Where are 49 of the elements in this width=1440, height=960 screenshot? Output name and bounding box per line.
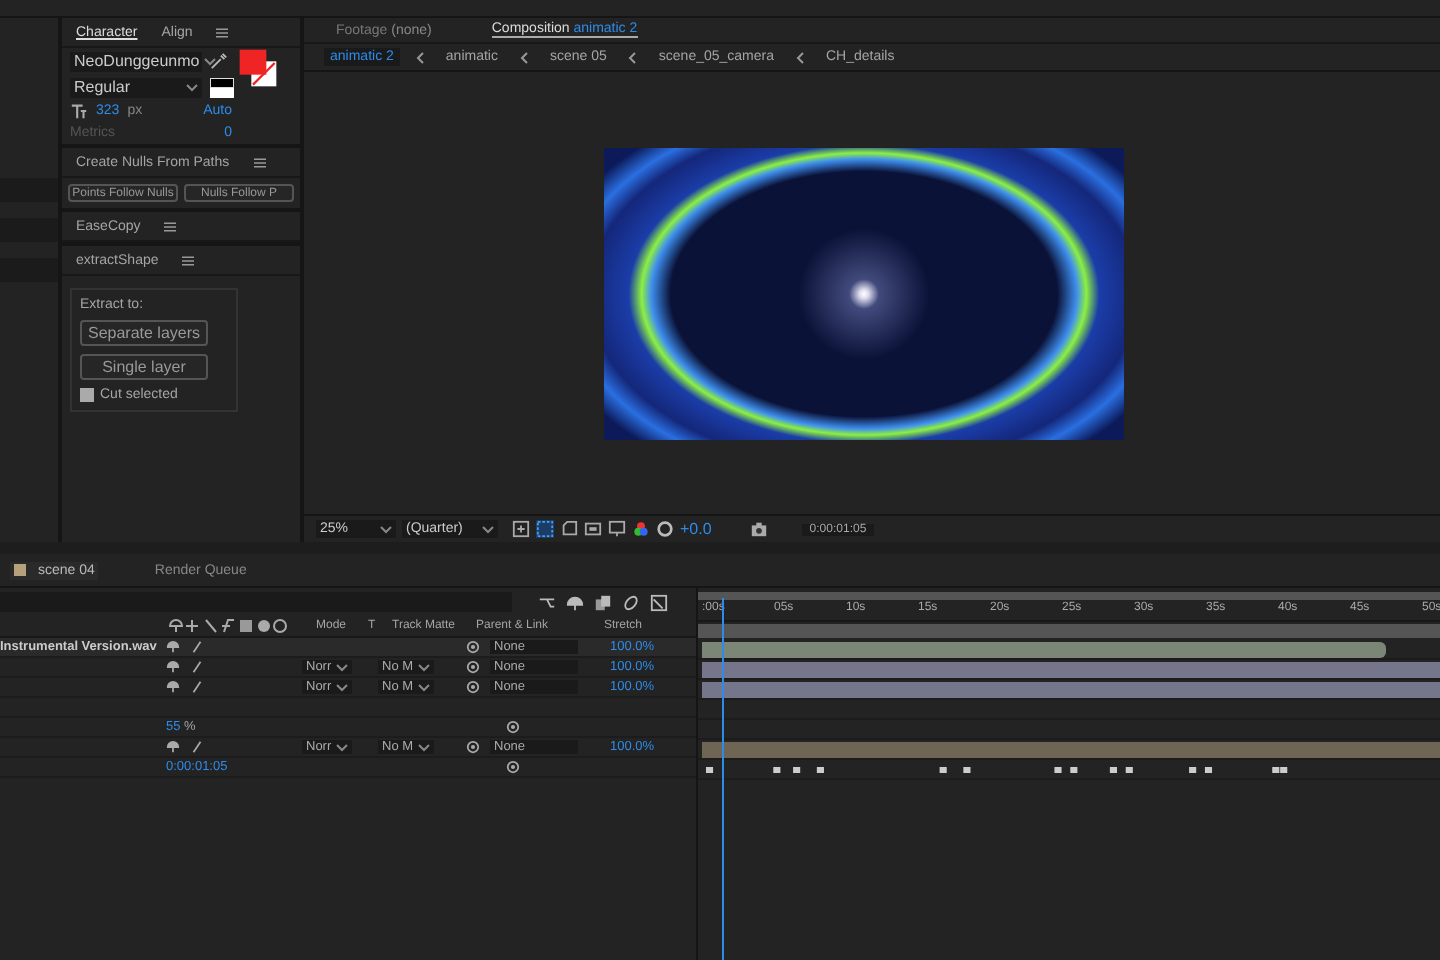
quality-switch-icon[interactable] xyxy=(190,740,204,754)
layer-bar[interactable] xyxy=(702,641,1387,657)
chevron-icon xyxy=(628,51,637,63)
default-colors-icon[interactable] xyxy=(210,77,234,97)
caret-icon xyxy=(482,525,494,533)
chevron-icon xyxy=(519,51,528,63)
composition-color-icon xyxy=(14,564,26,576)
shy-switch-icon[interactable] xyxy=(166,660,180,674)
font-size-icon xyxy=(70,102,88,120)
caret-icon xyxy=(380,525,392,533)
caret-icon xyxy=(203,57,216,65)
exposure-value[interactable]: +0.0 xyxy=(680,520,712,538)
pick-whip-icon[interactable] xyxy=(506,760,520,774)
layer-bar[interactable] xyxy=(702,661,1440,677)
exposure-icon[interactable] xyxy=(656,520,674,538)
shy-switch-icon[interactable] xyxy=(166,640,180,654)
flowchart-icon[interactable] xyxy=(538,593,556,611)
caret-icon xyxy=(335,743,348,751)
extract-button[interactable]: Single layer xyxy=(80,354,208,380)
chevron-icon xyxy=(415,51,424,63)
region-icon[interactable] xyxy=(584,520,602,538)
eyedropper-icon[interactable] xyxy=(210,52,228,70)
caret-icon xyxy=(417,743,430,751)
menu-icon[interactable] xyxy=(253,157,266,167)
menu-icon[interactable] xyxy=(182,255,195,265)
extract-button[interactable]: Separate layers xyxy=(80,320,208,346)
layer-bar[interactable] xyxy=(702,681,1440,697)
grid-icon[interactable] xyxy=(536,520,554,538)
shy-layers-icon[interactable] xyxy=(566,593,584,611)
layer-switches-icon xyxy=(168,618,288,634)
frame-blending-icon[interactable] xyxy=(594,593,612,611)
view-options-icon[interactable] xyxy=(512,520,530,538)
transparency-icon[interactable] xyxy=(608,520,626,538)
shy-switch-icon[interactable] xyxy=(166,740,180,754)
chevron-icon xyxy=(796,51,804,63)
caret-icon xyxy=(186,83,198,91)
shy-switch-icon[interactable] xyxy=(166,680,180,694)
menu-icon[interactable] xyxy=(216,27,229,37)
cut-selected-checkbox[interactable] xyxy=(80,388,94,402)
pick-whip-icon[interactable] xyxy=(506,720,520,734)
camera-icon[interactable] xyxy=(749,520,768,538)
pick-whip-icon[interactable] xyxy=(466,740,480,754)
fill-stroke-swatch-icon[interactable] xyxy=(236,47,280,87)
font-style-dropdown[interactable]: Regular xyxy=(70,77,202,97)
motion-blur-icon[interactable] xyxy=(622,593,640,611)
rgb-channels-icon[interactable] xyxy=(632,520,650,538)
mask-icon[interactable] xyxy=(560,520,578,538)
menu-icon[interactable] xyxy=(164,221,177,231)
graph-editor-icon[interactable] xyxy=(650,593,668,611)
